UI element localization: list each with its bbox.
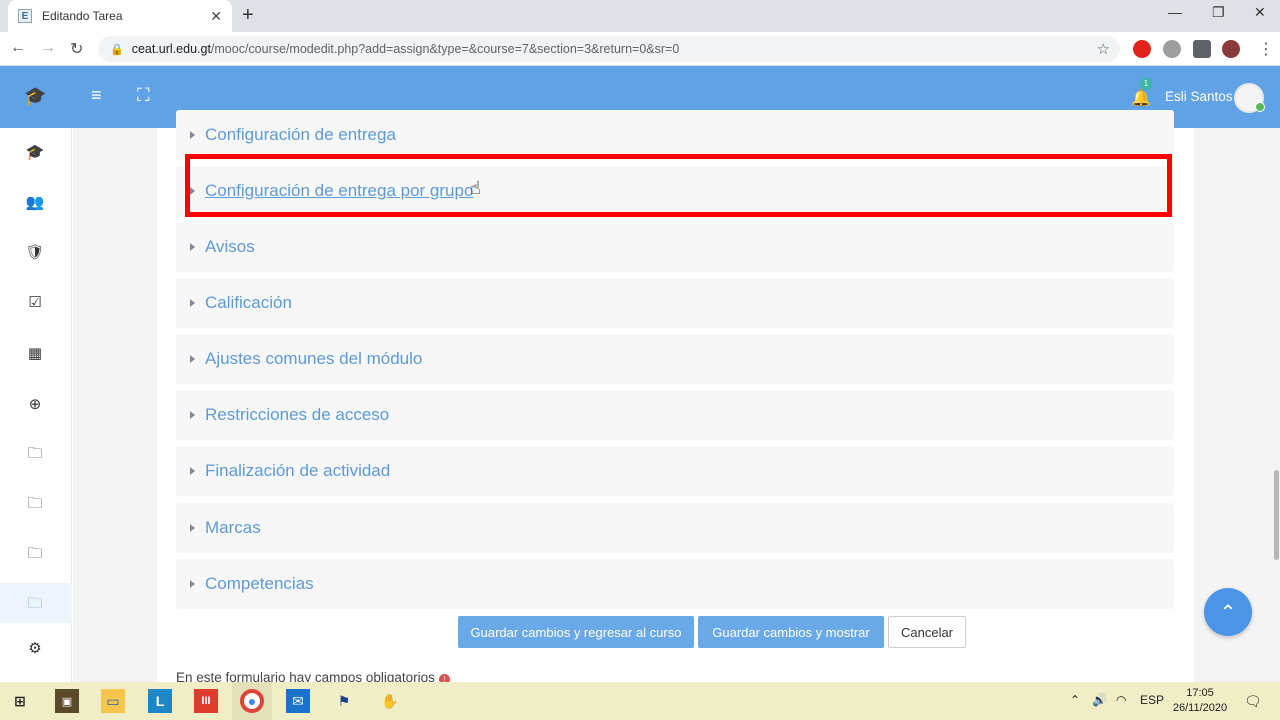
section-header[interactable]: Calificación [176, 278, 1174, 328]
gears-icon[interactable]: ⚙ [25, 638, 45, 658]
save-show-button[interactable]: Guardar cambios y mostrar [698, 616, 884, 648]
network-app-icon[interactable]: ⚑ [332, 689, 356, 713]
new-tab-button[interactable]: + [242, 4, 254, 27]
section-header[interactable]: Competencias [176, 559, 1174, 609]
cloud-extension-icon[interactable] [1163, 40, 1181, 58]
browser-tab[interactable]: E Editando Tarea ✕ [8, 0, 232, 32]
mail-icon[interactable]: ✉ [286, 689, 310, 713]
l-app-icon[interactable]: L [148, 689, 172, 713]
download-circle-icon[interactable]: ⊕ [25, 394, 45, 414]
hand-cursor-icon: ☝ [470, 178, 481, 198]
profile-icon[interactable] [1222, 40, 1240, 58]
section-header[interactable]: Finalización de actividad [176, 446, 1174, 496]
tray-chevron-icon[interactable]: ⌃ [1070, 693, 1080, 707]
browser-tab-bar: E Editando Tarea ✕ + — ❐ ✕ [0, 0, 1280, 32]
section-label: Marcas [205, 518, 261, 537]
user-name[interactable]: Esli Santos [1165, 89, 1233, 104]
left-drawer: 🎓 👥 🛡 ☑ ▦ ⊕ 🗀 🗀 🗀 🗀 ⚙ [0, 128, 72, 682]
clock[interactable]: 17:05 26/11/2020 [1172, 686, 1228, 716]
table-icon[interactable]: ▦ [25, 343, 45, 363]
notification-badge: 1 [1140, 78, 1152, 90]
favicon-icon: E [18, 9, 32, 23]
fullscreen-icon[interactable]: ⛶ [137, 85, 150, 106]
url-field[interactable]: 🔒 ceat.url.edu.gt/mooc/course/modedit.ph… [98, 36, 1120, 62]
course-cap-icon[interactable]: 🎓 [25, 142, 45, 162]
section-header[interactable]: Restricciones de acceso [176, 390, 1174, 440]
folder-icon[interactable]: 🗀 [25, 495, 45, 515]
close-window-icon[interactable]: ✕ [1254, 4, 1266, 21]
store-icon[interactable]: ▣ [55, 689, 79, 713]
section-header[interactable]: Ajustes comunes del módulo [176, 334, 1174, 384]
menu-kebab-icon[interactable]: ⋮ [1258, 39, 1274, 59]
file-explorer-icon[interactable]: ▭ [101, 689, 125, 713]
caret-right-icon [190, 411, 195, 419]
windows-start-icon[interactable]: ⊞ [8, 689, 32, 713]
scroll-to-top-button[interactable]: ⌃ [1204, 588, 1252, 636]
url-path: /mooc/course/modedit.php?add=assign&type… [210, 42, 680, 56]
section-label: Calificación [205, 293, 292, 312]
wifi-icon[interactable]: ◠ [1116, 693, 1126, 707]
caret-right-icon [190, 355, 195, 363]
caret-right-icon [190, 243, 195, 251]
glove-app-icon[interactable]: ✋ [378, 689, 402, 713]
cancel-button[interactable]: Cancelar [888, 616, 966, 648]
bell-icon[interactable]: 🔔 [1131, 88, 1151, 108]
minimize-icon[interactable]: — [1168, 4, 1182, 20]
tab-title: Editando Tarea [42, 9, 123, 23]
bookmark-star-icon[interactable]: ☆ [1097, 40, 1110, 58]
forward-icon[interactable]: → [40, 39, 56, 57]
chrome-icon[interactable]: ● [240, 689, 264, 713]
caret-right-icon [190, 131, 195, 139]
notification-center-icon[interactable]: 🗨 [1244, 693, 1262, 710]
participants-icon[interactable]: 👥 [25, 192, 45, 212]
section-label: Finalización de actividad [205, 461, 391, 480]
opera-extension-icon[interactable] [1133, 40, 1151, 58]
highlight-box [185, 154, 1172, 217]
red-app-icon[interactable]: III [194, 689, 218, 713]
restore-icon[interactable]: ❐ [1212, 4, 1225, 21]
back-icon[interactable]: ← [10, 39, 26, 57]
address-bar: ← → ↻ 🔒 ceat.url.edu.gt/mooc/course/mode… [0, 32, 1280, 66]
section-label: Restricciones de acceso [205, 405, 390, 424]
volume-icon[interactable]: 🔊 [1092, 693, 1107, 707]
save-return-button[interactable]: Guardar cambios y regresar al curso [458, 616, 694, 648]
section-header[interactable]: Configuración de entrega [176, 110, 1174, 160]
reload-icon[interactable]: ↻ [70, 39, 83, 59]
url-host: ceat.url.edu.gt [131, 42, 211, 56]
section-label: Competencias [205, 574, 314, 593]
graduation-cap-icon[interactable]: 🎓 [24, 86, 46, 107]
clock-time: 17:05 [1186, 687, 1214, 699]
section-label: Avisos [205, 237, 255, 256]
folder-icon[interactable]: 🗀 [25, 545, 45, 565]
scrollbar-thumb[interactable] [1274, 470, 1279, 560]
close-tab-icon[interactable]: ✕ [210, 8, 222, 25]
clock-date: 26/11/2020 [1172, 702, 1228, 714]
lock-icon: 🔒 [110, 43, 124, 56]
section-label: Ajustes comunes del módulo [205, 349, 423, 368]
extensions-icon[interactable] [1193, 40, 1211, 58]
check-square-icon[interactable]: ☑ [25, 292, 45, 312]
section-header[interactable]: Avisos [176, 222, 1174, 272]
avatar[interactable] [1234, 83, 1265, 113]
shield-icon[interactable]: 🛡 [25, 242, 45, 262]
caret-right-icon [190, 580, 195, 588]
caret-right-icon [190, 467, 195, 475]
section-label: Configuración de entrega [205, 125, 396, 144]
caret-right-icon [190, 524, 195, 532]
section-header[interactable]: Marcas [176, 503, 1174, 553]
caret-right-icon [190, 299, 195, 307]
folder-icon[interactable]: 🗀 [25, 445, 45, 465]
windows-taskbar: ⊞ ▣ ▭ L III ● ✉ ⚑ ✋ ⌃ 🔊 ◠ ESP 17:05 26/1… [0, 682, 1280, 720]
language-indicator[interactable]: ESP [1140, 693, 1164, 707]
hamburger-menu-icon[interactable]: ≡ [91, 85, 102, 106]
folder-icon[interactable]: 🗀 [25, 595, 45, 615]
